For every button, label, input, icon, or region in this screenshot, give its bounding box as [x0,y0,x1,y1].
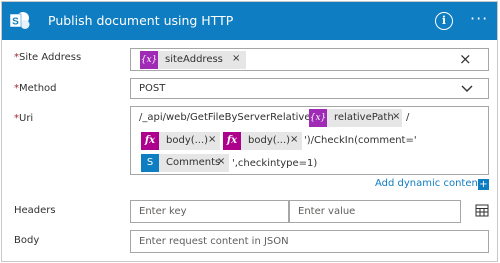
more-options-icon[interactable]: ··· [470,11,488,27]
variable-icon: {x} [309,109,327,127]
svg-text:S: S [12,17,19,28]
action-header[interactable]: S Publish document using HTTP i ··· [2,2,497,40]
uri-text-slash: / [406,112,410,123]
add-icon[interactable]: + [478,179,489,190]
uri-field[interactable]: /_api/web/GetFileByServerRelativeUrl(' {… [130,106,489,175]
uri-text-suffix: ',checkintype=1) [232,158,318,169]
remove-token-icon[interactable]: × [290,134,298,145]
info-icon[interactable]: i [435,12,453,30]
header-key-input[interactable]: Enter key [130,200,289,223]
uri-text-prefix: /_api/web/GetFileByServerRelativeUrl(' [139,112,332,123]
chevron-down-icon [461,85,473,92]
site-address-label: *Site Address [14,52,82,63]
expression-icon: fx [223,132,241,150]
site-address-field[interactable]: {x} siteAddress × × [130,48,489,71]
add-dynamic-content-link[interactable]: Add dynamic content [375,178,482,189]
body-label: Body [14,235,40,246]
relative-path-token[interactable]: {x} relativePath × [309,109,402,127]
expression-token[interactable]: fx body(...) × [223,132,302,150]
header-value-input[interactable]: Enter value [289,200,461,223]
headers-label: Headers [14,205,56,216]
uri-text-checkin: ')/CheckIn(comment=' [304,135,417,146]
clear-icon[interactable]: × [459,50,472,68]
remove-token-icon[interactable]: × [217,156,225,167]
switch-to-text-mode-icon[interactable] [475,203,489,217]
sharepoint-icon: S [141,154,159,172]
action-title: Publish document using HTTP [48,13,234,28]
method-label: *Method [14,83,57,94]
remove-token-icon[interactable]: × [208,134,216,145]
body-input[interactable]: Enter request content in JSON [130,230,489,253]
method-dropdown[interactable]: POST [130,78,489,99]
remove-token-icon[interactable]: × [232,53,240,64]
variable-icon: {x} [140,51,158,69]
sharepoint-icon: S [10,12,30,29]
expression-token[interactable]: fx body(...) × [141,132,220,150]
comments-token[interactable]: S Comments × [141,154,229,172]
expression-icon: fx [141,132,159,150]
site-address-token[interactable]: {x} siteAddress × [140,51,246,69]
uri-label: *Uri [14,113,34,124]
action-card: S Publish document using HTTP i ··· *Sit… [1,1,498,262]
method-value: POST [139,83,166,94]
remove-token-icon[interactable]: × [392,111,400,122]
